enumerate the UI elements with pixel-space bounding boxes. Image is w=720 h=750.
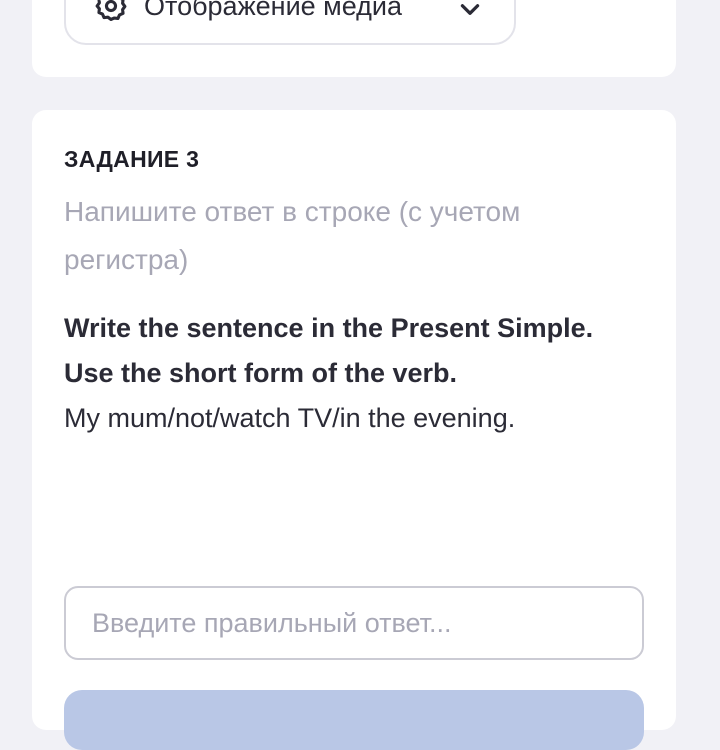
submit-button[interactable]	[64, 690, 644, 750]
task-hint: Напишите ответ в строке (с учетом регист…	[64, 196, 521, 275]
chevron-down-icon	[456, 0, 484, 23]
task-card: ЗАДАНИЕ 3 Напишите ответ в строке (с уче…	[32, 110, 676, 750]
gear-icon	[94, 0, 128, 23]
task-title: ЗАДАНИЕ 3	[64, 146, 200, 172]
instruction-line-2: Use the short form of the verb.	[64, 358, 458, 388]
answer-input[interactable]	[64, 586, 644, 660]
instruction-line-1: Write the sentence in the Present Simple…	[64, 313, 594, 343]
task-instruction: Write the sentence in the Present Simple…	[64, 306, 654, 441]
media-display-label: Отображение медиа	[144, 0, 403, 21]
task-sentence: My mum/not/watch TV/in the evening.	[64, 403, 516, 433]
media-card: Отображение медиа	[32, 0, 676, 77]
media-display-button[interactable]: Отображение медиа	[64, 0, 516, 45]
